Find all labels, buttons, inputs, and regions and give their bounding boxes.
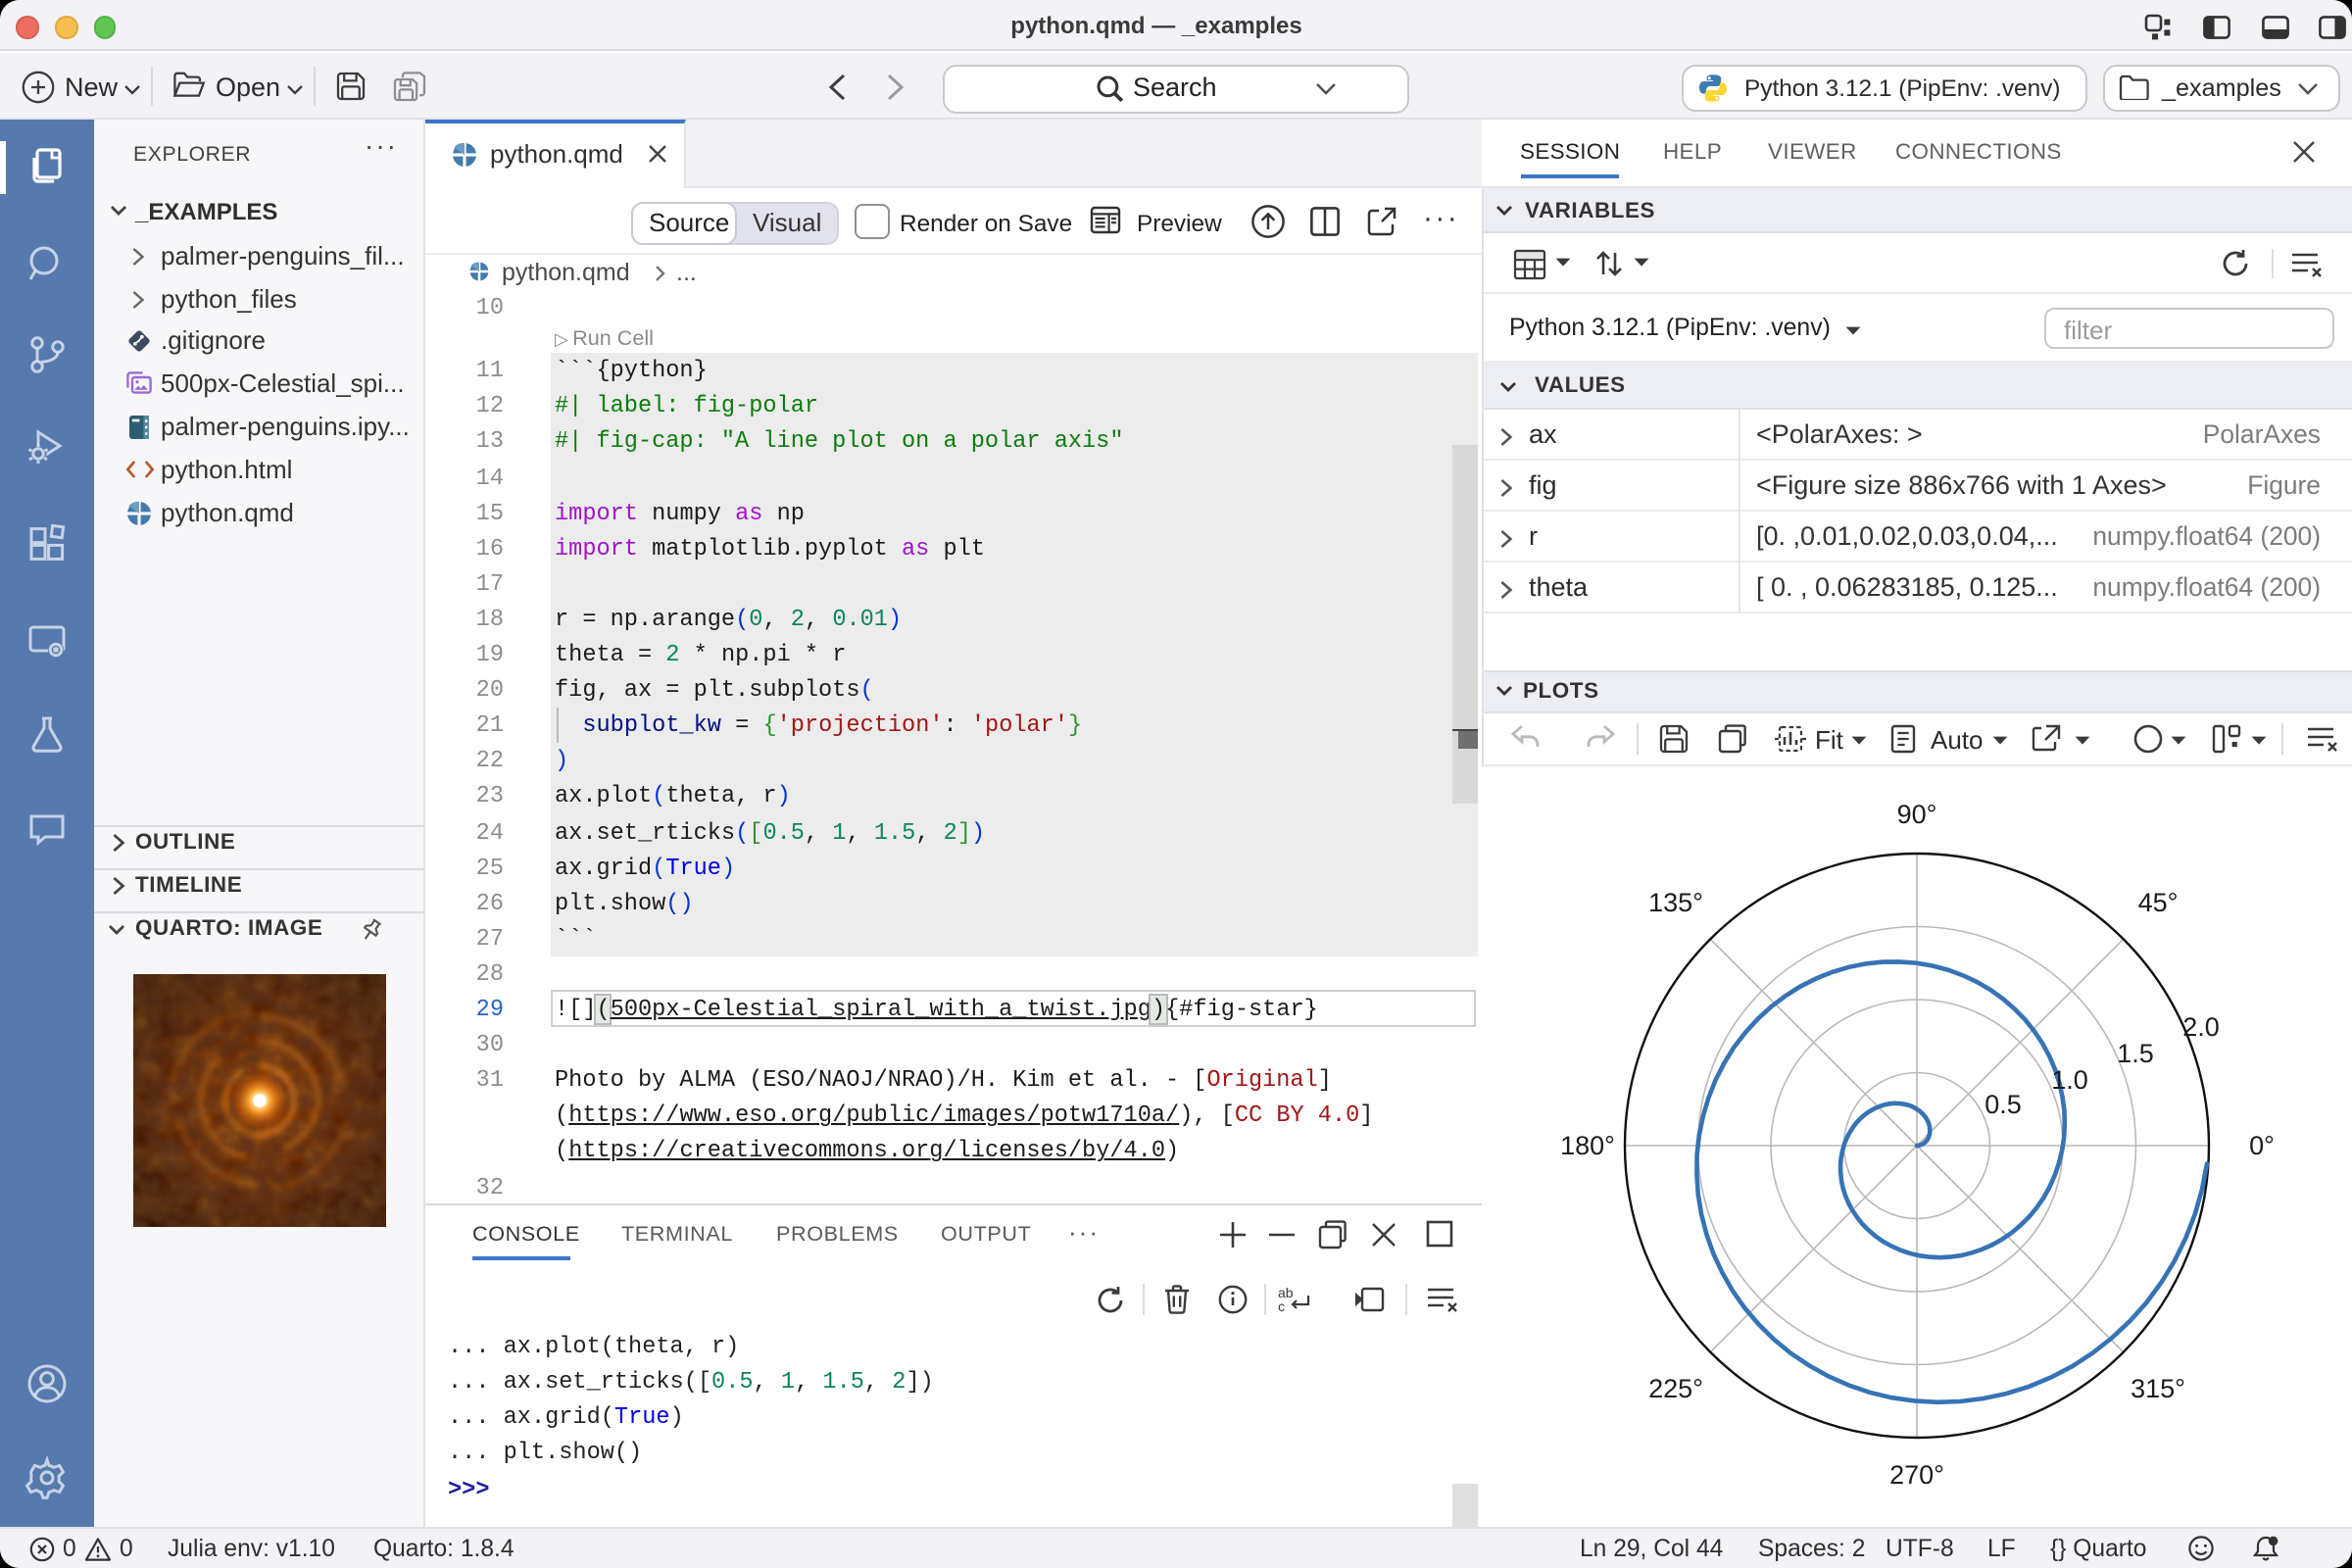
svg-text:1.0: 1.0: [2051, 1064, 2088, 1094]
svg-text:90°: 90°: [1897, 799, 1937, 828]
svg-text:0.5: 0.5: [1984, 1089, 2022, 1118]
svg-text:45°: 45°: [2138, 887, 2179, 916]
svg-text:225°: 225°: [1648, 1373, 1703, 1402]
svg-text:2.0: 2.0: [2182, 1011, 2220, 1041]
svg-text:c: c: [1278, 1298, 1285, 1314]
svg-text:1.5: 1.5: [2117, 1038, 2154, 1067]
svg-text:270°: 270°: [1889, 1459, 1944, 1489]
svg-text:180°: 180°: [1560, 1130, 1615, 1159]
svg-text:315°: 315°: [2131, 1373, 2185, 1402]
svg-text:0°: 0°: [2249, 1130, 2275, 1159]
svg-text:135°: 135°: [1648, 887, 1703, 916]
